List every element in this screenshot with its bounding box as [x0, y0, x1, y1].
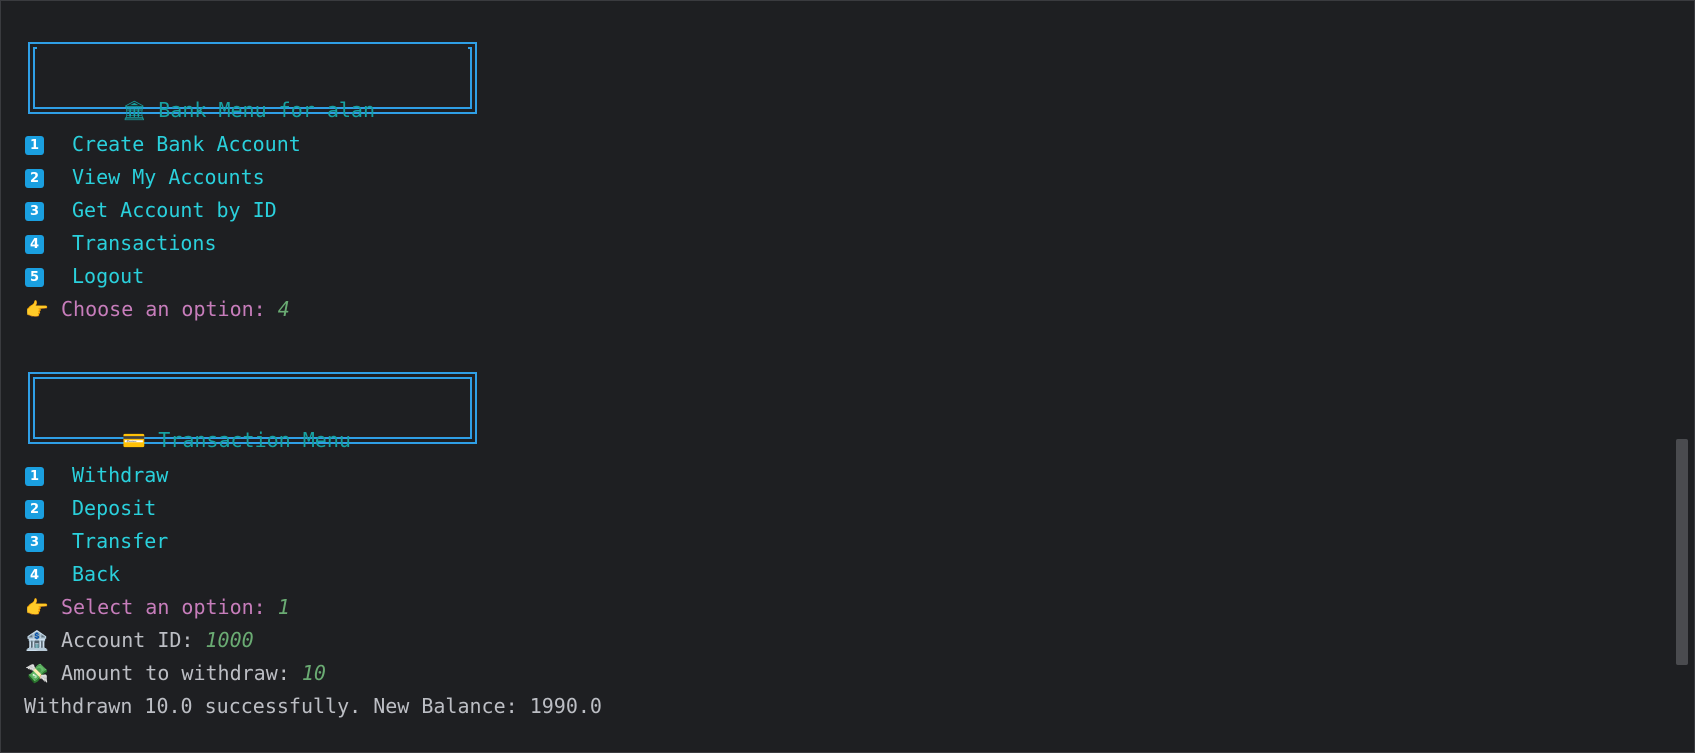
money-with-wings-icon: 💸 [25, 663, 49, 685]
user-input: 4 [277, 297, 290, 321]
bank-menu-title: Bank Menu for alan [158, 98, 375, 122]
number-4-icon: 4 [25, 235, 44, 254]
result-message: Withdrawn 10.0 successfully. New Balance… [24, 694, 602, 718]
amount-input: 10 [301, 661, 326, 685]
vertical-scrollbar[interactable] [1676, 439, 1688, 665]
pointing-hand-icon: 👉 [25, 299, 49, 321]
transaction-menu-item-withdraw: 1 Withdraw [25, 459, 168, 492]
number-2-icon: 2 [25, 500, 44, 519]
menu-item-label: Get Account by ID [72, 198, 277, 222]
bank-menu-item-create-account: 1 Create Bank Account [25, 128, 301, 161]
menu-item-label: View My Accounts [72, 165, 265, 189]
number-4-icon: 4 [25, 566, 44, 585]
menu-item-label: Logout [72, 264, 145, 288]
number-3-icon: 3 [25, 202, 44, 221]
number-5-icon: 5 [25, 268, 44, 287]
user-input: 1 [277, 595, 290, 619]
bank-icon: 🏛 [122, 100, 147, 122]
bank-menu-item-get-account: 3 Get Account by ID [25, 194, 277, 227]
transaction-menu-item-transfer: 3 Transfer [25, 525, 168, 558]
menu-item-label: Create Bank Account [72, 132, 301, 156]
credit-card-icon: 💳 [122, 430, 146, 452]
pointing-hand-icon: 👉 [25, 597, 49, 619]
number-2-icon: 2 [25, 169, 44, 188]
menu-item-label: Transfer [72, 529, 169, 553]
number-1-icon: 1 [25, 467, 44, 486]
terminal-output: 🏛 Bank Menu for alan 1 Create Bank Account… [0, 0, 1695, 753]
amount-prompt-line[interactable]: 💸 Amount to withdraw: 10 [25, 657, 326, 690]
bank-icon: 🏦 [25, 630, 49, 652]
transaction-menu-item-back: 4 Back [25, 558, 120, 591]
bank-menu-prompt-line[interactable]: 👉 Choose an option: 4 [25, 293, 290, 326]
bank-menu-item-logout: 5 Logout [25, 260, 144, 293]
transaction-menu-header-box: 💳 Transaction Menu [28, 372, 477, 452]
bank-menu-item-view-accounts: 2 View My Accounts [25, 161, 265, 194]
menu-item-label: Back [72, 562, 121, 586]
transaction-menu-title: Transaction Menu [158, 428, 351, 452]
amount-label: Amount to withdraw: [61, 661, 302, 685]
account-id-label: Account ID: [61, 628, 206, 652]
menu-item-label: Deposit [72, 496, 157, 520]
number-1-icon: 1 [25, 136, 44, 155]
menu-item-label: Withdraw [72, 463, 169, 487]
prompt-text: Choose an option: [61, 297, 278, 321]
number-3-icon: 3 [25, 533, 44, 552]
account-id-input: 1000 [205, 628, 254, 652]
account-id-prompt-line[interactable]: 🏦 Account ID: 1000 [25, 624, 254, 657]
bank-menu-item-transactions: 4 Transactions [25, 227, 217, 260]
transaction-menu-item-deposit: 2 Deposit [25, 492, 156, 525]
transaction-menu-prompt-line[interactable]: 👉 Select an option: 1 [25, 591, 290, 624]
bank-menu-header-box: 🏛 Bank Menu for alan [28, 42, 477, 122]
prompt-text: Select an option: [61, 595, 278, 619]
menu-item-label: Transactions [72, 231, 217, 255]
